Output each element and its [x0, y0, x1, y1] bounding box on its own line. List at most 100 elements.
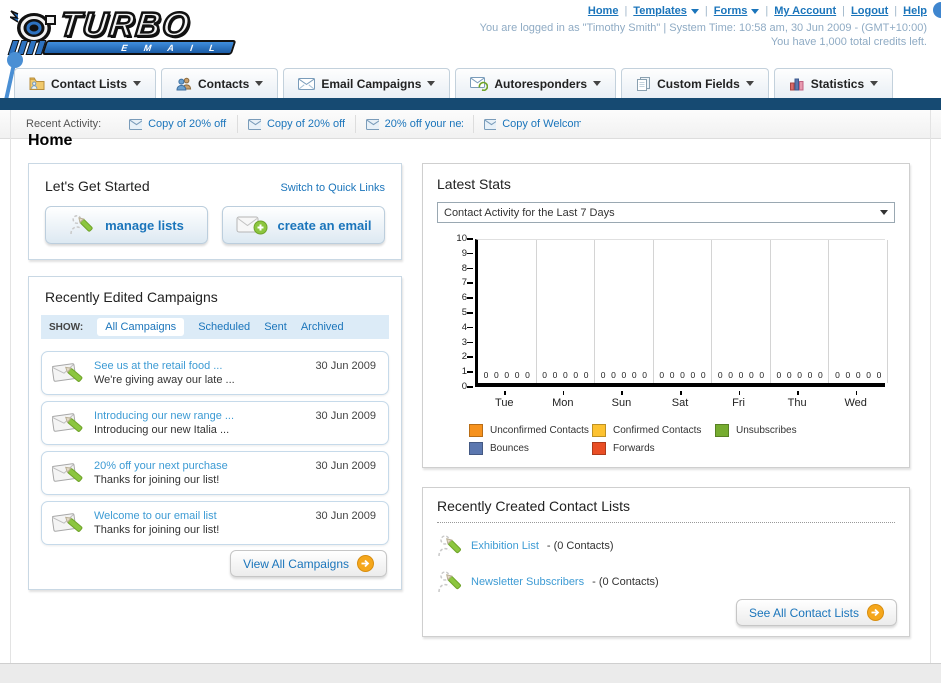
- bar-value: 0: [525, 370, 530, 380]
- y-axis-tick: [467, 356, 473, 358]
- envelope-icon: [366, 118, 379, 130]
- header-link-home[interactable]: Home: [588, 5, 619, 17]
- campaigns-title: Recently Edited Campaigns: [45, 289, 218, 305]
- y-axis-tick-label: 5: [461, 307, 467, 318]
- tab-autoresponders[interactable]: Autoresponders: [455, 68, 617, 98]
- bar-value: 0: [611, 370, 616, 380]
- contact-list-row: Exhibition List - (0 Contacts): [437, 533, 895, 559]
- bar-value: 0: [749, 370, 754, 380]
- tab-label: Custom Fields: [657, 76, 740, 91]
- campaign-list: See us at the retail food ... We're givin…: [41, 351, 389, 545]
- envelope-pencil-icon: [52, 359, 84, 387]
- y-axis-tick: [467, 297, 473, 299]
- bar-value: 0: [717, 370, 723, 380]
- bar-value: 0: [669, 370, 675, 380]
- get-started-panel: Let's Get Started Switch to Quick Links …: [28, 163, 402, 260]
- manage-lists-button[interactable]: manage lists: [45, 206, 208, 244]
- envelope-plus-icon: [236, 214, 268, 236]
- header-links: Home | Templates | Forms | My Account | Logout | H…: [588, 5, 927, 17]
- legend-label: Unconfirmed Contacts: [490, 425, 589, 436]
- contact-lists-folder-icon: [29, 76, 45, 91]
- header-link-forms[interactable]: Forms: [714, 5, 748, 17]
- chart-day-group: 00000: [595, 240, 654, 383]
- x-axis-tick: [680, 391, 682, 395]
- contact-lists-title: Recently Created Contact Lists: [437, 498, 630, 514]
- view-all-campaigns-label: View All Campaigns: [243, 556, 349, 571]
- legend-swatch: [592, 442, 606, 455]
- filter-all-campaigns[interactable]: All Campaigns: [97, 318, 185, 336]
- legend-label: Unsubscribes: [736, 425, 797, 436]
- caret-down-icon: [870, 81, 879, 86]
- bar-value: 0: [807, 370, 813, 380]
- contact-list-link[interactable]: Exhibition List: [471, 540, 539, 552]
- tab-email-campaigns[interactable]: Email Campaigns: [283, 68, 451, 98]
- navy-divider-bar: [0, 98, 941, 110]
- legend-label: Confirmed Contacts: [613, 425, 702, 436]
- bar-value: 0: [786, 370, 792, 380]
- tab-contacts[interactable]: Contacts: [161, 68, 279, 98]
- caret-down-icon: [255, 81, 264, 86]
- filter-sent[interactable]: Sent: [264, 321, 287, 333]
- separator: |: [624, 5, 628, 17]
- filter-scheduled[interactable]: Scheduled: [198, 321, 250, 333]
- bar-value-labels: 00000: [595, 370, 653, 380]
- envelope-pencil-icon: [52, 409, 84, 437]
- header-link-help[interactable]: Help: [903, 5, 927, 17]
- bar-value: 0: [776, 370, 782, 380]
- content-right-border: [930, 110, 931, 663]
- see-all-contact-lists-container: See All Contact Lists: [735, 599, 897, 626]
- switch-quick-links-link[interactable]: Switch to Quick Links: [280, 182, 385, 194]
- content-left-border: [10, 110, 11, 663]
- campaign-row[interactable]: 20% off your next purchase Thanks for joi…: [41, 451, 389, 495]
- bar-value: 0: [573, 370, 579, 380]
- contact-list-detail: - (0 Contacts): [592, 576, 659, 588]
- legend-label: Forwards: [613, 443, 655, 454]
- main-nav: Contact Lists Contacts Email Campaigns Auto…: [14, 68, 894, 98]
- header-link-templates[interactable]: Templates: [633, 5, 687, 17]
- bar-value: 0: [483, 370, 489, 380]
- bar-value: 0: [876, 370, 882, 380]
- stats-period-select[interactable]: Contact Activity for the Last 7 Days: [437, 202, 895, 223]
- tab-custom-fields[interactable]: Custom Fields: [621, 68, 769, 98]
- recent-activity-item[interactable]: Copy of 20% off yc: [237, 115, 355, 133]
- bar-value: 0: [690, 370, 696, 380]
- bar-value-labels: 00000: [478, 370, 536, 380]
- arrow-right-icon: [867, 604, 884, 621]
- create-email-button[interactable]: create an email: [222, 206, 385, 244]
- manage-lists-label: manage lists: [105, 217, 184, 233]
- see-all-contact-lists-button[interactable]: See All Contact Lists: [735, 599, 897, 626]
- caret-down-icon: [593, 81, 602, 86]
- recent-activity-item[interactable]: 20% off your next p: [355, 115, 473, 133]
- x-axis-day-label: Tue: [495, 397, 514, 409]
- y-axis-tick: [467, 238, 473, 240]
- campaign-row[interactable]: Introducing our new range ... Introducing…: [41, 401, 389, 445]
- y-axis-tick: [467, 371, 473, 373]
- campaign-date: 30 Jun 2009: [315, 410, 376, 422]
- recent-activity-item[interactable]: Copy of Welcome to: [473, 115, 591, 133]
- tab-statistics[interactable]: Statistics: [773, 68, 894, 98]
- recent-activity-item[interactable]: Copy of 20% off yc: [119, 115, 237, 133]
- bar-value: 0: [514, 370, 520, 380]
- bar-value: 0: [759, 370, 765, 380]
- y-axis-tick: [467, 252, 473, 255]
- y-axis-tick: [467, 341, 473, 344]
- envelope-icon: [298, 77, 316, 90]
- view-all-campaigns-button[interactable]: View All Campaigns: [230, 550, 387, 577]
- x-axis-tick: [504, 391, 506, 395]
- contact-list-link[interactable]: Newsletter Subscribers: [471, 576, 584, 588]
- campaign-row[interactable]: Welcome to our email list Thanks for join…: [41, 501, 389, 545]
- header-link-logout[interactable]: Logout: [851, 5, 888, 17]
- credits-info: You have 1,000 total credits left.: [770, 36, 927, 48]
- tab-contact-lists[interactable]: Contact Lists: [14, 68, 157, 98]
- campaign-row[interactable]: See us at the retail food ... We're givin…: [41, 351, 389, 395]
- caret-down-icon: [427, 81, 436, 86]
- person-pencil-icon: [437, 533, 463, 559]
- envelope-icon: [129, 118, 143, 130]
- bar-value: 0: [642, 370, 648, 380]
- tab-label: Statistics: [810, 76, 865, 91]
- header-link-my-account[interactable]: My Account: [774, 5, 836, 17]
- x-axis-day-label: Sat: [671, 397, 689, 409]
- legend-item: Unconfirmed Contacts: [469, 424, 592, 437]
- caret-down-icon: [745, 81, 754, 86]
- filter-archived[interactable]: Archived: [301, 321, 344, 333]
